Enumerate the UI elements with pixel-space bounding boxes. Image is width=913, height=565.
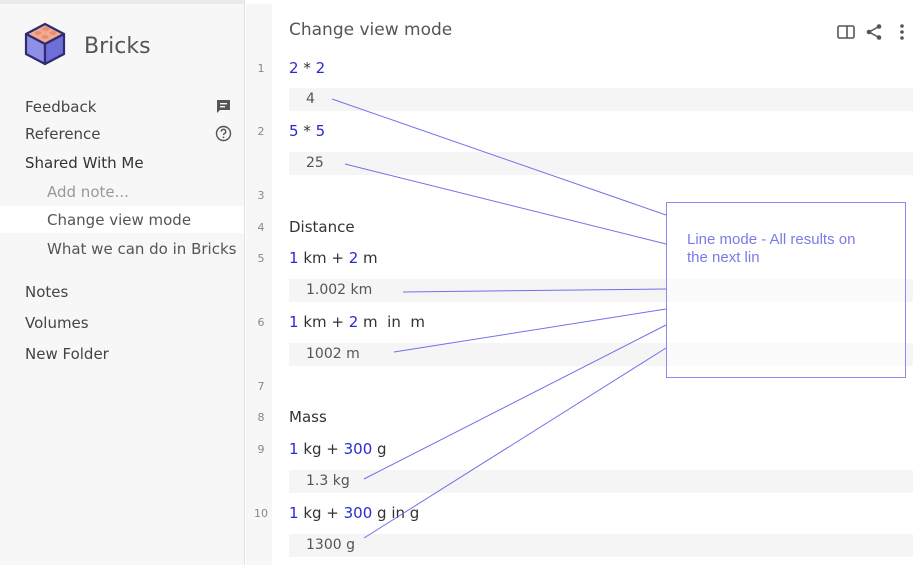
number-token: 1 <box>289 440 299 458</box>
sidebar-item-what-we-can-do[interactable]: What we can do in Bricks <box>0 235 244 262</box>
text-token: kg + <box>298 440 344 458</box>
sidebar: Bricks Feedback Reference Shared With Me… <box>0 0 245 565</box>
text-token: m in m <box>358 313 426 331</box>
sidebar-item-change-view-mode[interactable]: Change view mode <box>0 206 244 233</box>
share-icon[interactable] <box>864 22 884 42</box>
panel-toggle-icon[interactable] <box>836 22 856 42</box>
line-number: 5 <box>257 252 265 265</box>
sidebar-item-label: Add note... <box>47 182 129 201</box>
sidebar-item-label: Notes <box>25 282 69 301</box>
expression-line[interactable]: 1 kg + 300 g <box>289 440 387 458</box>
feedback-icon <box>215 98 232 115</box>
operator-token: * <box>298 122 316 140</box>
sidebar-item-add-note[interactable]: Add note... <box>0 178 244 205</box>
heading-line[interactable]: Mass <box>289 408 327 426</box>
sidebar-item-shared-with-me[interactable]: Shared With Me <box>0 149 244 176</box>
sidebar-item-label: Change view mode <box>47 210 192 229</box>
number-token: 1 <box>289 313 299 331</box>
operator-token: * <box>298 59 316 77</box>
result-row: 25 <box>289 152 913 175</box>
help-icon <box>215 125 232 142</box>
sidebar-item-new-folder[interactable]: New Folder <box>0 340 244 367</box>
text-token: km + <box>298 313 349 331</box>
line-number: 9 <box>257 443 265 456</box>
line-number-gutter <box>246 4 272 565</box>
expression-line[interactable]: 1 km + 2 m in m <box>289 313 425 331</box>
cube-logo-icon <box>24 22 66 70</box>
line-number: 8 <box>257 411 265 424</box>
number-token: 5 <box>289 122 299 140</box>
heading-line[interactable]: Distance <box>289 218 355 236</box>
expression-line[interactable]: 2 * 2 <box>289 59 325 77</box>
annotation-line <box>344 163 667 245</box>
number-token: 1 <box>289 249 299 267</box>
expression-line[interactable]: 1 km + 2 m <box>289 249 378 267</box>
text-token: m <box>358 249 378 267</box>
text-token: g <box>372 440 387 458</box>
expression-line[interactable]: 5 * 5 <box>289 122 325 140</box>
sidebar-item-feedback[interactable]: Feedback <box>0 93 244 120</box>
number-token: 300 <box>343 504 373 522</box>
number-token: 2 <box>348 249 359 267</box>
sidebar-item-label: Volumes <box>25 313 89 332</box>
line-number: 2 <box>257 125 265 138</box>
text-token: g in g <box>372 504 420 522</box>
app-name: Bricks <box>84 33 151 59</box>
text-token: km + <box>298 249 349 267</box>
line-number: 1 <box>257 62 265 75</box>
sidebar-item-label: Shared With Me <box>25 153 144 172</box>
more-vertical-icon[interactable] <box>893 22 911 42</box>
sidebar-item-volumes[interactable]: Volumes <box>0 309 244 336</box>
line-number: 3 <box>257 189 265 202</box>
expression-line[interactable]: 1 kg + 300 g in g <box>289 504 419 522</box>
line-number: 4 <box>257 221 265 234</box>
number-token: 2 <box>348 313 359 331</box>
annotation-text: Line mode - All results on the next lin <box>687 231 856 266</box>
text-token: kg + <box>298 504 344 522</box>
line-number: 7 <box>257 380 265 393</box>
sidebar-item-reference[interactable]: Reference <box>0 120 244 147</box>
result-row: 1.3 kg <box>289 470 913 493</box>
number-token: 1 <box>289 504 299 522</box>
result-row: 4 <box>289 88 913 111</box>
annotation-callout: Line mode - All results on the next lin <box>666 202 906 378</box>
sidebar-item-label: Reference <box>25 124 101 143</box>
number-token: 2 <box>315 59 326 77</box>
page-title[interactable]: Change view mode <box>289 20 452 40</box>
sidebar-item-label: What we can do in Bricks <box>47 239 237 258</box>
number-token: 300 <box>343 440 373 458</box>
line-number: 10 <box>254 507 268 520</box>
sidebar-item-label: New Folder <box>25 344 109 363</box>
sidebar-item-label: Feedback <box>25 97 97 116</box>
brand[interactable]: Bricks <box>24 22 151 70</box>
result-row: 1300 g <box>289 534 913 557</box>
line-number: 6 <box>257 316 265 329</box>
sidebar-item-notes[interactable]: Notes <box>0 278 244 305</box>
number-token: 5 <box>315 122 326 140</box>
number-token: 2 <box>289 59 299 77</box>
